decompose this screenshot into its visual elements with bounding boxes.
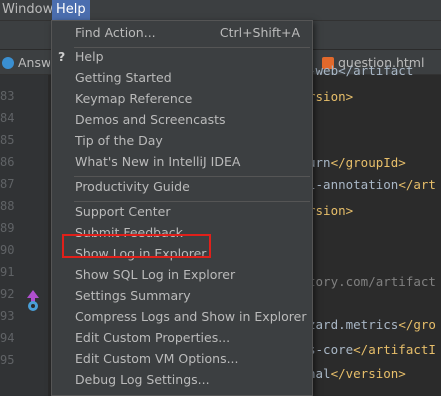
java-class-icon [2, 57, 14, 69]
find-action-shortcut: Ctrl+Shift+A [219, 25, 300, 40]
code-line: l-annotation</art [308, 177, 436, 192]
menu-item-find-action[interactable]: Find Action... Ctrl+Shift+A [52, 22, 312, 43]
line-number: 91 [0, 265, 15, 279]
menu-item-demos[interactable]: Demos and Screencasts [52, 109, 312, 130]
menu-item-getting-started[interactable]: Getting Started [52, 67, 312, 88]
menu-window[interactable]: Window [0, 0, 57, 20]
code-line: nal</version> [308, 366, 406, 381]
tip-of-the-day-label: Tip of the Day [75, 133, 163, 148]
line-number: 89 [0, 221, 15, 235]
line-number: 85 [0, 133, 15, 147]
menu-help[interactable]: Help [52, 0, 90, 20]
help-label: Help [75, 49, 104, 64]
menu-bar: Window Help [0, 0, 441, 21]
code-line: tory.com/artifact [308, 274, 436, 289]
menu-item-productivity-guide[interactable]: Productivity Guide [52, 176, 312, 197]
code-line: zard.metrics</gro [308, 317, 436, 332]
line-number: 93 [0, 309, 15, 323]
menu-item-debug-log-settings[interactable]: Debug Log Settings... [52, 369, 312, 390]
support-center-label: Support Center [75, 204, 171, 219]
debug-log-settings-label: Debug Log Settings... [75, 372, 210, 387]
menu-item-whats-new[interactable]: What's New in IntelliJ IDEA [52, 151, 312, 172]
keymap-reference-label: Keymap Reference [75, 91, 193, 106]
show-sql-log-label: Show SQL Log in Explorer [75, 267, 236, 282]
menu-item-help[interactable]: ? Help [52, 46, 312, 67]
help-menu-dropdown: Find Action... Ctrl+Shift+A ? Help Getti… [51, 20, 313, 396]
tab-answer-label: Answe [18, 55, 50, 70]
tab-answer[interactable]: Answe [2, 52, 50, 74]
question-mark-icon: ? [58, 49, 66, 64]
productivity-guide-label: Productivity Guide [75, 179, 190, 194]
whats-new-label: What's New in IntelliJ IDEA [75, 154, 241, 169]
line-number: 95 [0, 353, 15, 367]
line-number: 84 [0, 111, 15, 125]
code-line: -web</artifact [308, 63, 414, 78]
line-number: 92 [0, 287, 15, 301]
compress-logs-label: Compress Logs and Show in Explorer [75, 309, 307, 324]
code-line: urn</groupId> [308, 155, 406, 170]
code-line: rsion> [308, 89, 354, 104]
demos-label: Demos and Screencasts [75, 112, 226, 127]
edit-custom-properties-label: Edit Custom Properties... [75, 330, 231, 345]
edit-custom-vm-options-label: Edit Custom VM Options... [75, 351, 239, 366]
settings-summary-label: Settings Summary [75, 288, 191, 303]
override-gutter-icon[interactable] [26, 290, 40, 312]
menu-item-tip-of-the-day[interactable]: Tip of the Day [52, 130, 312, 151]
line-number: 88 [0, 199, 15, 213]
getting-started-label: Getting Started [75, 70, 172, 85]
line-number: 94 [0, 331, 15, 345]
menu-item-keymap-reference[interactable]: Keymap Reference [52, 88, 312, 109]
line-number: 87 [0, 177, 15, 191]
menu-item-settings-summary[interactable]: Settings Summary [52, 285, 312, 306]
line-number: 83 [0, 89, 15, 103]
line-number: 86 [0, 155, 15, 169]
find-action-label: Find Action... [75, 25, 156, 40]
code-line: s-core</artifactI [308, 342, 436, 357]
menu-item-edit-custom-properties[interactable]: Edit Custom Properties... [52, 327, 312, 348]
menu-item-edit-custom-vm-options[interactable]: Edit Custom VM Options... [52, 348, 312, 369]
menu-item-compress-logs[interactable]: Compress Logs and Show in Explorer [52, 306, 312, 327]
highlight-box [62, 234, 211, 258]
menu-item-show-sql-log[interactable]: Show SQL Log in Explorer [52, 264, 312, 285]
menu-item-support-center[interactable]: Support Center [52, 201, 312, 222]
code-line: rsion> [308, 203, 354, 218]
line-number: 90 [0, 243, 15, 257]
